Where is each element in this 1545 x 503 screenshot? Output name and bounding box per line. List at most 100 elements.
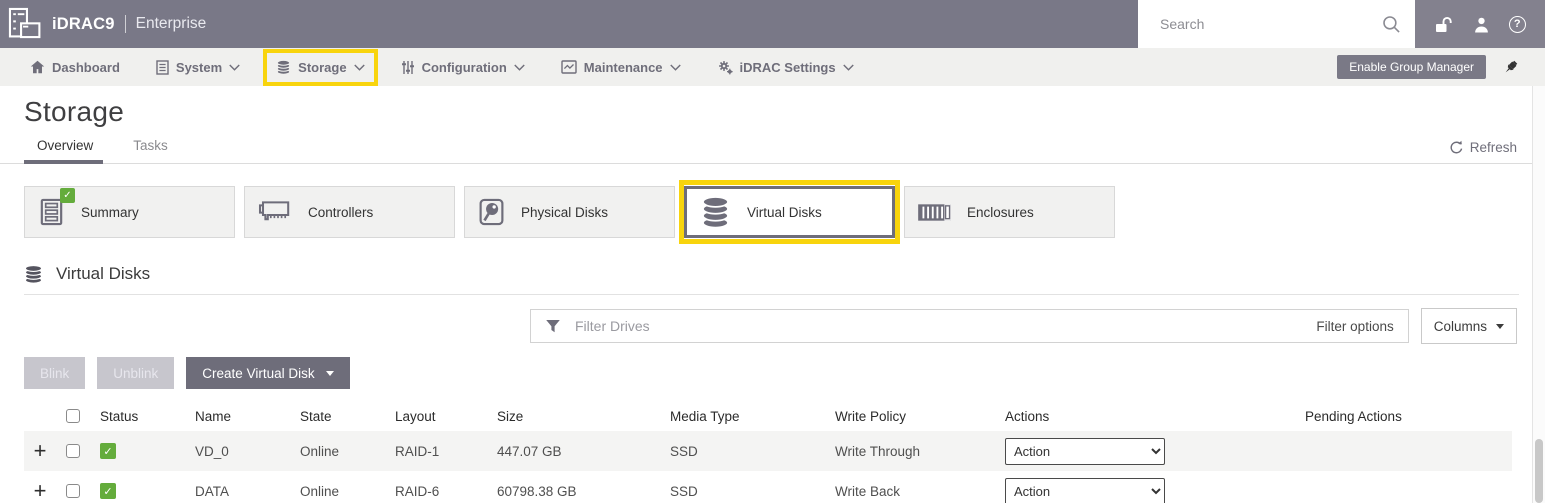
card-virtual-disks[interactable]: Virtual Disks <box>684 186 895 238</box>
filter-options-link[interactable]: Filter options <box>1316 319 1393 334</box>
filter-drives-input[interactable] <box>575 318 1302 334</box>
enable-group-manager-button[interactable]: Enable Group Manager <box>1337 55 1486 79</box>
scrollbar-thumb[interactable] <box>1535 439 1543 503</box>
chevron-down-icon <box>843 64 854 71</box>
status-ok-icon <box>100 443 116 459</box>
columns-dropdown[interactable]: Columns <box>1421 308 1517 344</box>
unblink-button[interactable]: Unblink <box>97 357 174 389</box>
col-state: State <box>290 409 385 424</box>
vd-toolbar: Blink Unblink Create Virtual Disk <box>24 357 1545 389</box>
status-ok-icon <box>100 483 116 499</box>
physical-disks-icon <box>477 197 506 227</box>
col-layout: Layout <box>385 409 487 424</box>
tabs-row: Overview Tasks Refresh <box>0 130 1545 164</box>
nav-item-maintenance[interactable]: Maintenance <box>561 60 681 75</box>
create-virtual-disk-label: Create Virtual Disk <box>202 366 314 381</box>
vd-layout: RAID-6 <box>385 484 487 499</box>
tab-overview[interactable]: Overview <box>37 138 93 163</box>
nav-label: Maintenance <box>584 60 663 75</box>
card-controllers[interactable]: Controllers <box>244 186 455 238</box>
vd-size: 447.07 GB <box>487 444 660 459</box>
row-checkbox[interactable] <box>66 444 80 458</box>
refresh-icon <box>1449 140 1464 155</box>
main-nav: Dashboard System <box>0 48 1545 86</box>
nav-item-storage[interactable]: Storage <box>276 60 364 75</box>
row-expand-button[interactable]: + <box>24 480 56 502</box>
unlock-icon[interactable] <box>1434 16 1453 33</box>
nav-item-configuration[interactable]: Configuration <box>401 60 525 75</box>
brand-divider <box>125 15 126 33</box>
user-icon[interactable] <box>1473 16 1490 33</box>
col-media-type: Media Type <box>660 409 825 424</box>
col-actions: Actions <box>995 409 1295 424</box>
col-write-policy: Write Policy <box>825 409 995 424</box>
nav-label: Storage <box>298 60 346 75</box>
card-label: Controllers <box>308 205 373 220</box>
storage-category-cards: Summary Controllers Physical Disks <box>0 164 1545 238</box>
vd-state: Online <box>290 484 385 499</box>
row-expand-button[interactable]: + <box>24 440 56 462</box>
pin-icon[interactable] <box>1502 59 1519 76</box>
vd-name: VD_0 <box>185 444 290 459</box>
brand-group: iDRAC9 Enterprise <box>0 0 206 48</box>
nav-items: Dashboard System <box>30 60 854 75</box>
home-icon <box>30 60 45 74</box>
vd-write-policy: Write Back <box>825 484 995 499</box>
nav-item-system[interactable]: System <box>156 60 240 75</box>
chevron-down-icon <box>354 64 365 71</box>
action-select[interactable]: Action <box>1005 478 1165 503</box>
vertical-scrollbar[interactable] <box>1532 86 1545 503</box>
card-summary[interactable]: Summary <box>24 186 235 238</box>
vd-media-type: SSD <box>660 484 825 499</box>
gear-icon <box>717 60 733 75</box>
vd-name: DATA <box>185 484 290 499</box>
search-input[interactable] <box>1160 16 1382 32</box>
chevron-down-icon <box>670 64 681 71</box>
vd-write-policy: Write Through <box>825 444 995 459</box>
vd-state: Online <box>290 444 385 459</box>
vd-layout: RAID-1 <box>385 444 487 459</box>
brand-edition: Enterprise <box>136 15 207 33</box>
create-virtual-disk-button[interactable]: Create Virtual Disk <box>186 357 349 389</box>
nav-label: Configuration <box>422 60 507 75</box>
select-all-checkbox[interactable] <box>66 409 80 423</box>
col-pending-actions: Pending Actions <box>1295 409 1512 424</box>
nav-label: Dashboard <box>52 60 120 75</box>
card-enclosures[interactable]: Enclosures <box>904 186 1115 238</box>
col-name: Name <box>185 409 290 424</box>
nav-item-dashboard[interactable]: Dashboard <box>30 60 120 75</box>
chevron-down-icon <box>229 64 240 71</box>
vd-size: 60798.38 GB <box>487 484 660 499</box>
brand-name: iDRAC9 <box>52 15 115 34</box>
enclosures-icon <box>917 202 952 223</box>
card-label: Enclosures <box>967 205 1034 220</box>
card-label: Virtual Disks <box>747 205 822 220</box>
refresh-label: Refresh <box>1470 140 1517 155</box>
help-icon[interactable] <box>1509 16 1526 33</box>
blink-button[interactable]: Blink <box>24 357 85 389</box>
caret-down-icon <box>326 371 334 376</box>
filter-drives-box[interactable]: Filter options <box>530 309 1409 343</box>
row-checkbox[interactable] <box>66 484 80 498</box>
nav-item-idrac-settings[interactable]: iDRAC Settings <box>717 60 854 75</box>
virtual-disks-section-icon <box>24 265 43 284</box>
nav-label: iDRAC Settings <box>740 60 836 75</box>
system-icon <box>156 60 169 75</box>
card-label: Physical Disks <box>521 205 608 220</box>
virtual-disks-table: Status Name State Layout Size Media Type… <box>24 401 1512 503</box>
refresh-button[interactable]: Refresh <box>1449 140 1545 163</box>
card-label: Summary <box>81 205 139 220</box>
caret-down-icon <box>1496 324 1504 329</box>
nav-label: System <box>176 60 222 75</box>
global-search[interactable] <box>1138 0 1415 48</box>
action-select[interactable]: Action <box>1005 438 1165 465</box>
page-title: Storage <box>0 86 1545 130</box>
app-header: iDRAC9 Enterprise <box>0 0 1545 48</box>
filter-row: Filter options Columns <box>24 308 1517 344</box>
tab-tasks[interactable]: Tasks <box>133 138 168 163</box>
table-header-row: Status Name State Layout Size Media Type… <box>24 401 1512 431</box>
card-physical-disks[interactable]: Physical Disks <box>464 186 675 238</box>
search-icon[interactable] <box>1382 15 1401 34</box>
columns-label: Columns <box>1434 319 1487 334</box>
virtual-disks-section-head: Virtual Disks <box>0 238 1545 294</box>
